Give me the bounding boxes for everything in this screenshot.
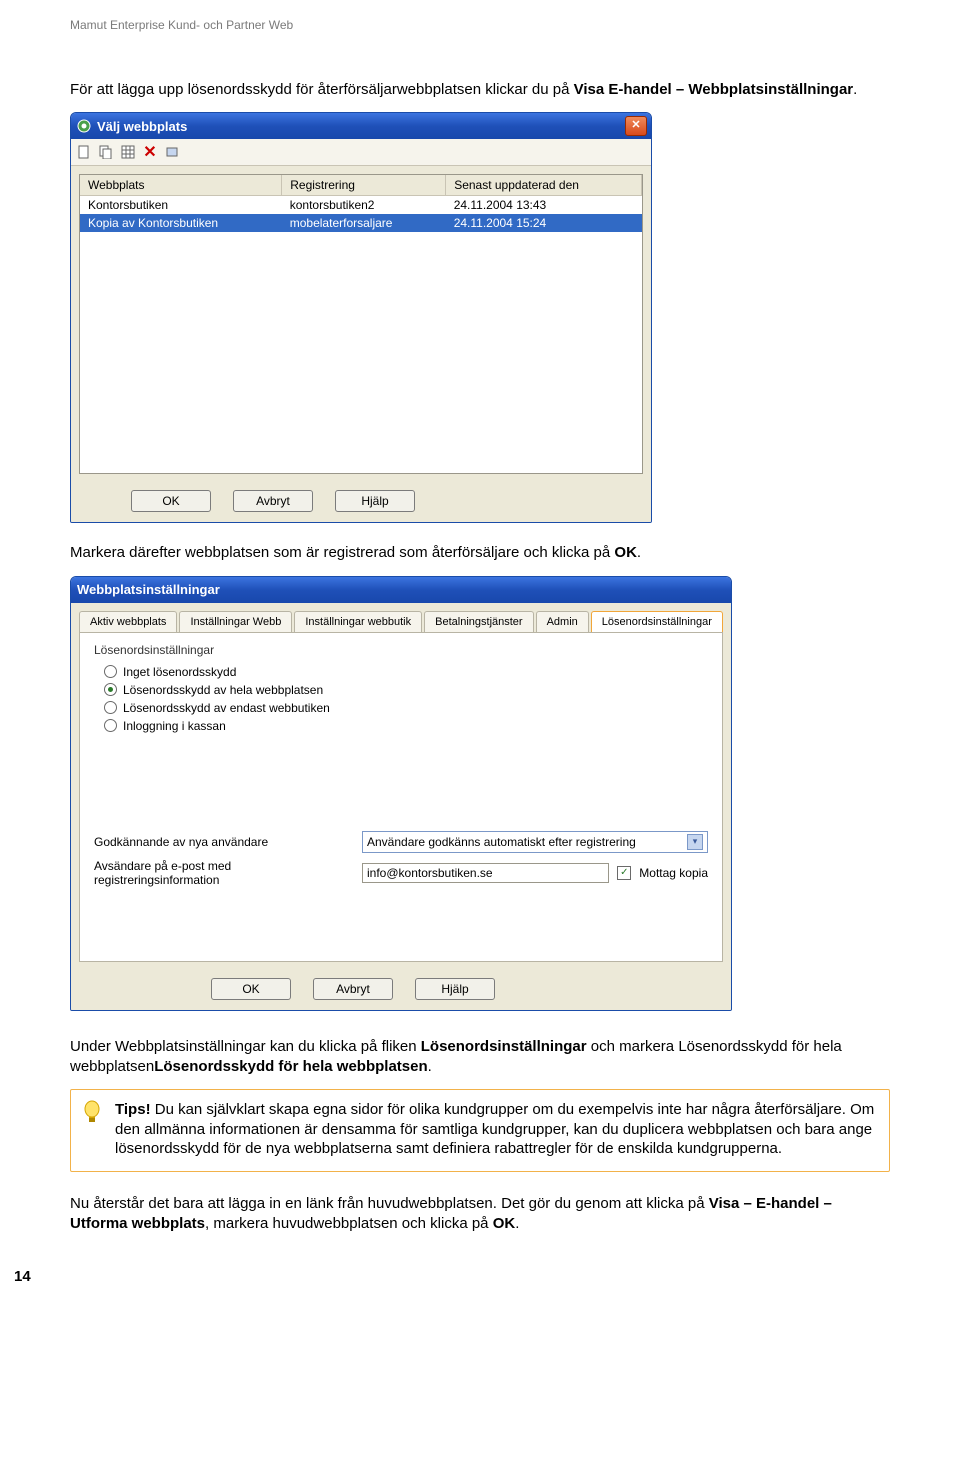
col-webbplats[interactable]: Webbplats bbox=[80, 175, 282, 196]
app-icon bbox=[77, 119, 91, 133]
radio-icon bbox=[104, 719, 117, 732]
para4-e: . bbox=[515, 1215, 519, 1232]
approve-label: Godkännande av nya användare bbox=[94, 835, 354, 849]
close-icon[interactable]: ✕ bbox=[625, 116, 647, 136]
tips-body: Du kan självklart skapa egna sidor för o… bbox=[115, 1101, 874, 1157]
para1-text: För att lägga upp lösenordsskydd för åte… bbox=[70, 81, 574, 98]
tips-text: Tips! Du kan självklart skapa egna sidor… bbox=[115, 1100, 877, 1159]
para-3: Under Webbplatsinställningar kan du klic… bbox=[70, 1037, 890, 1078]
preview-icon[interactable] bbox=[163, 143, 181, 161]
row-avsandare: Avsändare på e-post med registreringsinf… bbox=[94, 859, 708, 887]
radio-label: Inget lösenordsskydd bbox=[123, 665, 236, 679]
row-godkannande: Godkännande av nya användare Användare g… bbox=[94, 831, 708, 853]
para1-bold: Visa E-handel – Webbplatsinställningar bbox=[574, 81, 854, 98]
dialog2-title: Webbplatsinställningar bbox=[77, 582, 727, 597]
tips-label: Tips! bbox=[115, 1101, 151, 1118]
copy-icon[interactable] bbox=[97, 143, 115, 161]
cancel-button[interactable]: Avbryt bbox=[313, 978, 393, 1000]
radio-endast-webbutik[interactable]: Lösenordsskydd av endast webbutiken bbox=[94, 699, 708, 717]
sender-label: Avsändare på e-post med registreringsinf… bbox=[94, 859, 354, 887]
para-4: Nu återstår det bara att lägga in en län… bbox=[70, 1194, 890, 1235]
chevron-down-icon: ▾ bbox=[687, 834, 703, 850]
ok-button[interactable]: OK bbox=[211, 978, 291, 1000]
dialog-webbplatsinstallningar: Webbplatsinställningar Aktiv webbplats I… bbox=[70, 576, 732, 1011]
tab-installningar-webbutik[interactable]: Inställningar webbutik bbox=[294, 611, 422, 632]
panel-title: Lösenordsinställningar bbox=[94, 643, 708, 657]
delete-icon[interactable]: ✕ bbox=[141, 143, 159, 161]
radio-label: Inloggning i kassan bbox=[123, 719, 226, 733]
help-button[interactable]: Hjälp bbox=[415, 978, 495, 1000]
para2-text: Markera därefter webbplatsen som är regi… bbox=[70, 544, 614, 561]
para3-a: Under Webbplatsinställningar kan du klic… bbox=[70, 1038, 421, 1055]
table-row[interactable]: Kontorsbutiken kontorsbutiken2 24.11.200… bbox=[80, 196, 642, 215]
ok-button[interactable]: OK bbox=[131, 490, 211, 512]
dialog2-titlebar: Webbplatsinställningar bbox=[71, 577, 731, 603]
dialog2-buttons: OK Avbryt Hjälp bbox=[71, 970, 731, 1010]
tab-aktiv-webbplats[interactable]: Aktiv webbplats bbox=[79, 611, 177, 632]
dialog1-title: Välj webbplats bbox=[97, 119, 625, 134]
radio-inget[interactable]: Inget lösenordsskydd bbox=[94, 663, 708, 681]
sender-input[interactable] bbox=[362, 863, 609, 883]
para3-c: och markera bbox=[587, 1038, 679, 1055]
tab-bar: Aktiv webbplats Inställningar Webb Instä… bbox=[71, 603, 731, 632]
para2-end: . bbox=[637, 544, 641, 561]
dialog1-buttons: OK Avbryt Hjälp bbox=[71, 482, 651, 522]
lightbulb-icon bbox=[81, 1100, 103, 1131]
cell: kontorsbutiken2 bbox=[282, 196, 446, 215]
para4-d: OK bbox=[493, 1215, 516, 1232]
para-2: Markera därefter webbplatsen som är regi… bbox=[70, 543, 890, 563]
cancel-button[interactable]: Avbryt bbox=[233, 490, 313, 512]
mottag-kopia-checkbox[interactable]: ✓ bbox=[617, 866, 631, 880]
cell: 24.11.2004 15:24 bbox=[446, 214, 642, 232]
cell: Kopia av Kontorsbutiken bbox=[80, 214, 282, 232]
cell: mobelaterforsaljare bbox=[282, 214, 446, 232]
radio-label: Lösenordsskydd av endast webbutiken bbox=[123, 701, 330, 715]
radio-hela[interactable]: Lösenordsskydd av hela webbplatsen bbox=[94, 681, 708, 699]
radio-icon bbox=[104, 665, 117, 678]
col-registrering[interactable]: Registrering bbox=[282, 175, 446, 196]
approve-select[interactable]: Användare godkänns automatiskt efter reg… bbox=[362, 831, 708, 853]
tab-installningar-webb[interactable]: Inställningar Webb bbox=[179, 611, 292, 632]
tips-box: Tips! Du kan självklart skapa egna sidor… bbox=[70, 1089, 890, 1172]
cell: 24.11.2004 13:43 bbox=[446, 196, 642, 215]
dialog-valj-webbplats: Välj webbplats ✕ ✕ Webbplats Registrerin… bbox=[70, 112, 652, 523]
tab-panel: Lösenordsinställningar Inget lösenordssk… bbox=[79, 632, 723, 962]
table-row-selected[interactable]: Kopia av Kontorsbutiken mobelaterforsalj… bbox=[80, 214, 642, 232]
webbplats-table-wrap: Webbplats Registrering Senast uppdaterad… bbox=[79, 174, 643, 474]
mottag-kopia-label: Mottag kopia bbox=[639, 866, 708, 880]
grid-icon[interactable] bbox=[119, 143, 137, 161]
doc-header: Mamut Enterprise Kund- och Partner Web bbox=[70, 18, 890, 32]
radio-icon bbox=[104, 701, 117, 714]
tab-admin[interactable]: Admin bbox=[536, 611, 589, 632]
tab-losenordsinstallningar[interactable]: Lösenordsinställningar bbox=[591, 611, 723, 632]
cell: Kontorsbutiken bbox=[80, 196, 282, 215]
col-senast[interactable]: Senast uppdaterad den bbox=[446, 175, 642, 196]
radio-inloggning-kassan[interactable]: Inloggning i kassan bbox=[94, 717, 708, 735]
dialog1-titlebar: Välj webbplats ✕ bbox=[71, 113, 651, 139]
radio-label: Lösenordsskydd av hela webbplatsen bbox=[123, 683, 323, 697]
radio-icon bbox=[104, 683, 117, 696]
para3-e: . bbox=[428, 1058, 432, 1075]
para2-bold: OK bbox=[614, 544, 637, 561]
para3-d-bold: Lösenordsskydd för hela webbplatsen bbox=[154, 1058, 427, 1075]
page-number: 14 bbox=[14, 1268, 890, 1285]
new-icon[interactable] bbox=[75, 143, 93, 161]
para-1: För att lägga upp lösenordsskydd för åte… bbox=[70, 80, 890, 100]
para4-c: , markera huvudwebbplatsen och klicka på bbox=[205, 1215, 493, 1232]
para3-b: Lösenordsinställningar bbox=[421, 1038, 587, 1055]
help-button[interactable]: Hjälp bbox=[335, 490, 415, 512]
dialog1-body: Webbplats Registrering Senast uppdaterad… bbox=[71, 166, 651, 482]
webbplats-table: Webbplats Registrering Senast uppdaterad… bbox=[80, 175, 642, 232]
dialog1-toolbar: ✕ bbox=[71, 139, 651, 166]
tab-betalningstjanster[interactable]: Betalningstjänster bbox=[424, 611, 533, 632]
para1-end: . bbox=[853, 81, 857, 98]
approve-value: Användare godkänns automatiskt efter reg… bbox=[367, 835, 636, 849]
para4-a: Nu återstår det bara att lägga in en län… bbox=[70, 1195, 709, 1212]
